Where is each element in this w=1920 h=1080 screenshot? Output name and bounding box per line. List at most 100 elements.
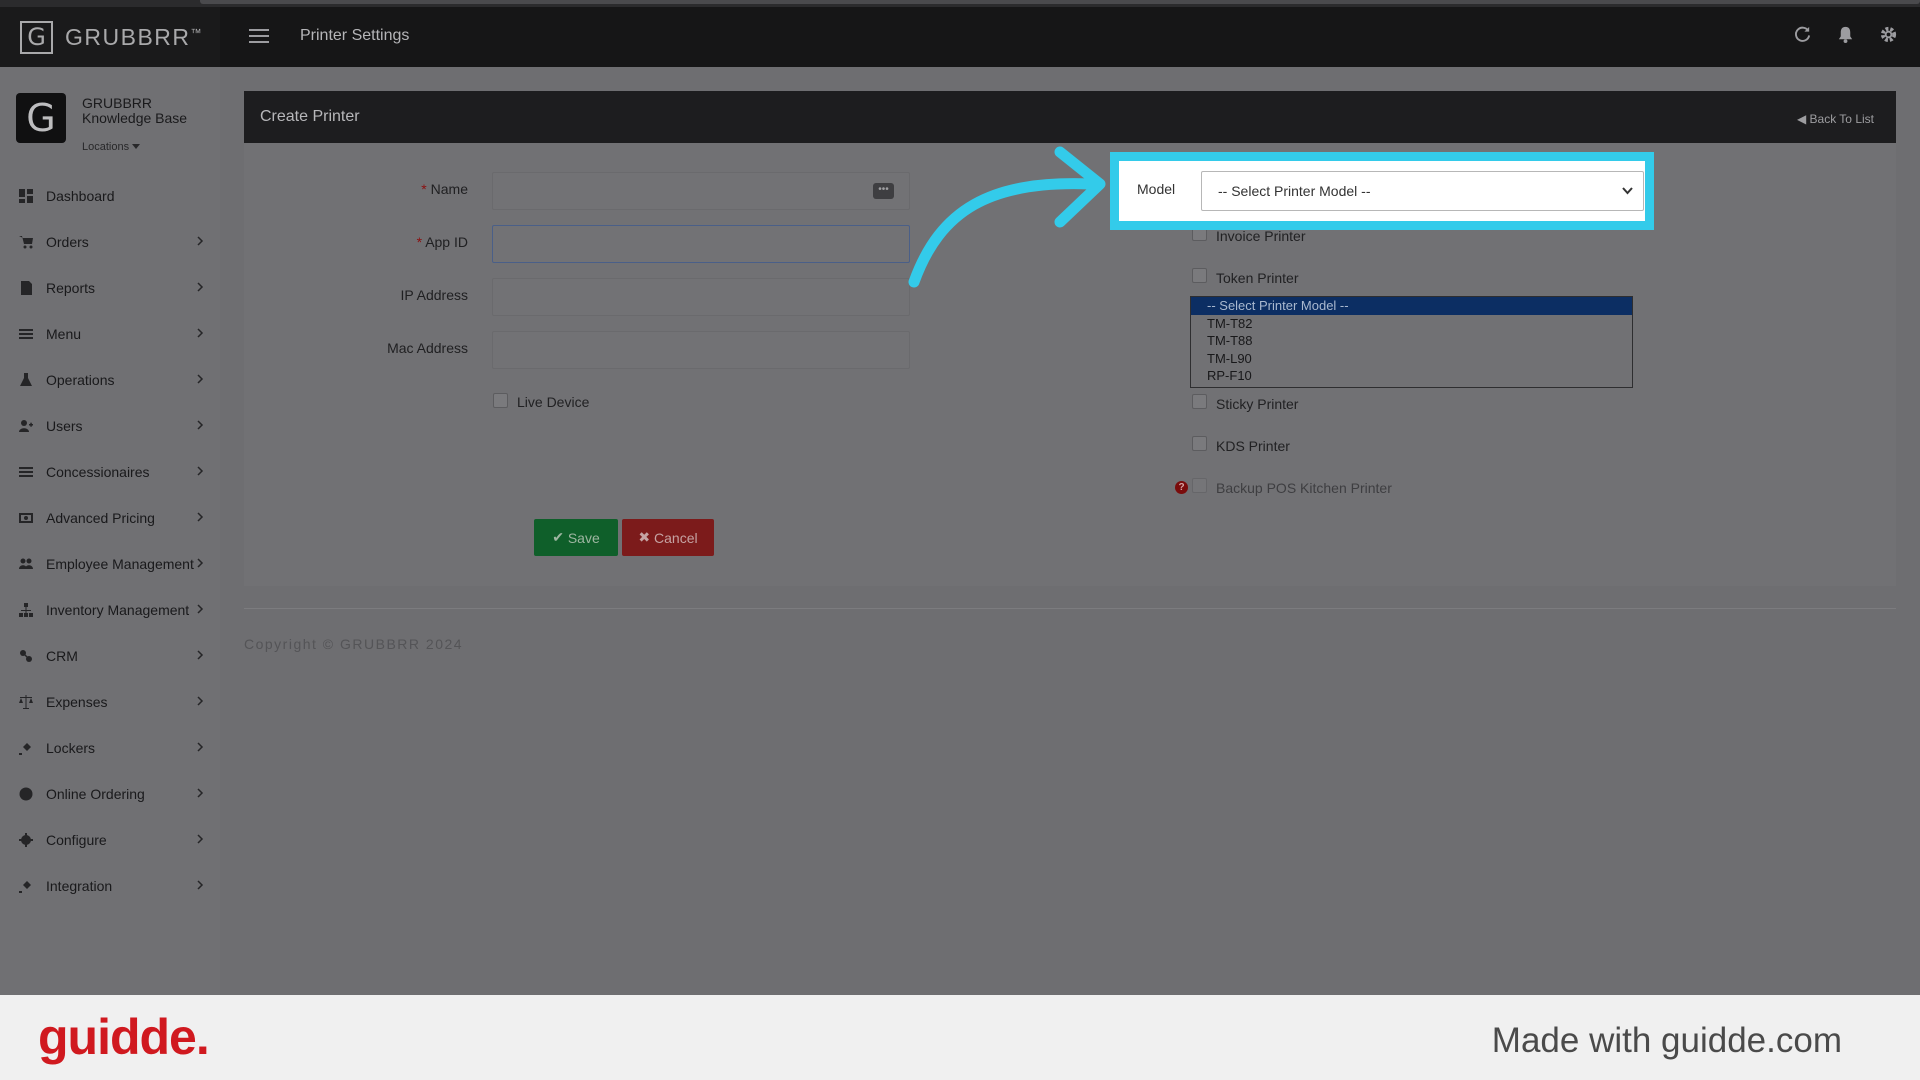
printer-model-options-list[interactable]: -- Select Printer Model -- TM-T82 TM-T88 TM… (1190, 296, 1633, 388)
model-label: Model (1137, 181, 1176, 197)
content-divider (244, 608, 1896, 609)
printer-model-option[interactable]: RP-F10 (1191, 367, 1632, 385)
sidebar-item-operations[interactable]: Operations (0, 357, 220, 403)
kds-printer-checkbox[interactable] (1192, 436, 1207, 451)
required-mark: * (416, 234, 423, 250)
sidebar-item-orders[interactable]: Orders (0, 219, 220, 265)
sidebar-item-expenses[interactable]: Expenses (0, 679, 220, 725)
live-device-checkbox[interactable] (493, 393, 508, 408)
brand-trademark: ™ (190, 26, 204, 39)
backup-pos-kitchen-printer-label: Backup POS Kitchen Printer (1216, 480, 1392, 496)
profile-block: G GRUBBRR Knowledge Base Locations (16, 93, 187, 153)
sidebar-item-integration[interactable]: Integration (0, 863, 220, 909)
chevron-right-icon (197, 420, 204, 430)
sidebar-item-label: Online Ordering (46, 786, 145, 802)
mac-address-input[interactable] (492, 331, 910, 369)
more-options-icon[interactable]: ••• (873, 183, 894, 199)
sidebar-item-concessionaires[interactable]: Concessionaires (0, 449, 220, 495)
sidebar: G GRUBBRR Knowledge Base Locations Dashb… (0, 67, 220, 995)
printer-model-option[interactable]: TM-L90 (1191, 350, 1632, 368)
printer-model-option[interactable]: -- Select Printer Model -- (1191, 297, 1632, 315)
sidebar-item-label: Dashboard (46, 188, 115, 204)
token-printer-checkbox[interactable] (1192, 268, 1207, 283)
sidebar-item-label: Reports (46, 280, 96, 296)
sidebar-item-label: Advanced Pricing (46, 510, 155, 526)
printer-model-option[interactable]: TM-T82 (1191, 315, 1632, 333)
name-label-text: Name (430, 181, 468, 197)
sidebar-item-label: Menu (46, 326, 82, 342)
made-with-guidde-text: Made with guidde.com (1491, 1021, 1842, 1060)
sidebar-item-label: Orders (46, 234, 89, 250)
refresh-icon[interactable] (1793, 25, 1812, 44)
brand-name: GRUBBRR™ (65, 24, 203, 51)
list-icon (19, 467, 33, 477)
back-to-list-label: Back To List (1809, 112, 1874, 126)
printer-model-selected: -- Select Printer Model -- (1218, 183, 1371, 199)
sidebar-item-advanced-pricing[interactable]: Advanced Pricing (0, 495, 220, 541)
app-id-input[interactable] (492, 225, 910, 263)
invoice-printer-label: Invoice Printer (1216, 228, 1306, 244)
card-title: Create Printer (260, 108, 360, 125)
cancel-button[interactable]: ✖ Cancel (622, 519, 714, 556)
required-mark: * (421, 181, 427, 197)
sticky-printer-checkbox[interactable] (1192, 394, 1207, 409)
sidebar-item-label: Inventory Management (46, 602, 190, 618)
kds-printer-label: KDS Printer (1216, 438, 1290, 454)
chevron-right-icon (197, 282, 204, 292)
flask-icon (20, 373, 32, 386)
sidebar-item-lockers[interactable]: Lockers (0, 725, 220, 771)
brand-name-text: GRUBBRR (65, 23, 191, 50)
locations-label: Locations (82, 141, 130, 153)
ip-address-input[interactable] (492, 278, 910, 316)
top-header: G GRUBBRR™ Printer Settings (0, 7, 1920, 67)
report-icon (21, 281, 32, 295)
chevron-right-icon (197, 880, 204, 890)
brand-logo[interactable]: G GRUBBRR™ (0, 7, 220, 67)
hamburger-menu-icon[interactable] (249, 29, 269, 43)
guidde-footer: guidde. Made with guidde.com (0, 995, 1920, 1080)
sitemap-icon (19, 603, 33, 617)
sidebar-item-dashboard[interactable]: Dashboard (0, 173, 220, 219)
ip-address-label: IP Address (400, 287, 468, 303)
printer-model-select[interactable]: -- Select Printer Model -- (1201, 171, 1644, 211)
sidebar-item-users[interactable]: Users (0, 403, 220, 449)
brand-mark-icon: G (20, 20, 53, 54)
globe-icon (19, 787, 33, 801)
help-icon[interactable]: ? (1175, 481, 1188, 494)
guidde-logo: guidde. (38, 1009, 210, 1065)
browser-top-strip (0, 0, 1920, 7)
sidebar-item-reports[interactable]: Reports (0, 265, 220, 311)
locations-dropdown[interactable]: Locations (82, 141, 141, 153)
caret-down-icon (132, 144, 141, 149)
sidebar-item-inventory-management[interactable]: Inventory Management (0, 587, 220, 633)
close-icon: ✖ (638, 529, 651, 545)
chevron-down-icon (1622, 187, 1633, 195)
save-button[interactable]: ✔ Save (534, 519, 618, 556)
sidebar-item-menu[interactable]: Menu (0, 311, 220, 357)
pointer-arrow-icon (908, 146, 1106, 288)
back-to-list-link[interactable]: ◀ Back To List (1797, 112, 1874, 126)
sidebar-item-crm[interactable]: CRM (0, 633, 220, 679)
chevron-right-icon (197, 604, 204, 614)
header-actions (1793, 25, 1898, 44)
printer-model-option[interactable]: TM-T88 (1191, 332, 1632, 350)
dashboard-icon (19, 189, 33, 203)
mac-address-label: Mac Address (387, 340, 468, 356)
app-id-label-text: App ID (425, 234, 468, 250)
cart-icon (19, 236, 33, 249)
settings-gear-icon[interactable] (1879, 25, 1898, 44)
chevron-right-icon (197, 650, 204, 660)
name-input[interactable]: ••• (492, 172, 910, 210)
link-icon (20, 650, 32, 662)
money-icon (19, 513, 33, 523)
card-header: Create Printer ◀ Back To List (244, 91, 1896, 143)
sidebar-item-label: Users (46, 418, 83, 434)
sidebar-item-online-ordering[interactable]: Online Ordering (0, 771, 220, 817)
sidebar-item-employee-management[interactable]: Employee Management (0, 541, 220, 587)
chevron-right-icon (197, 328, 204, 338)
sidebar-item-configure[interactable]: Configure (0, 817, 220, 863)
backup-pos-kitchen-printer-checkbox[interactable] (1192, 478, 1207, 493)
bell-icon[interactable] (1836, 25, 1855, 44)
check-icon: ✔ (552, 529, 564, 545)
avatar: G (16, 93, 66, 143)
